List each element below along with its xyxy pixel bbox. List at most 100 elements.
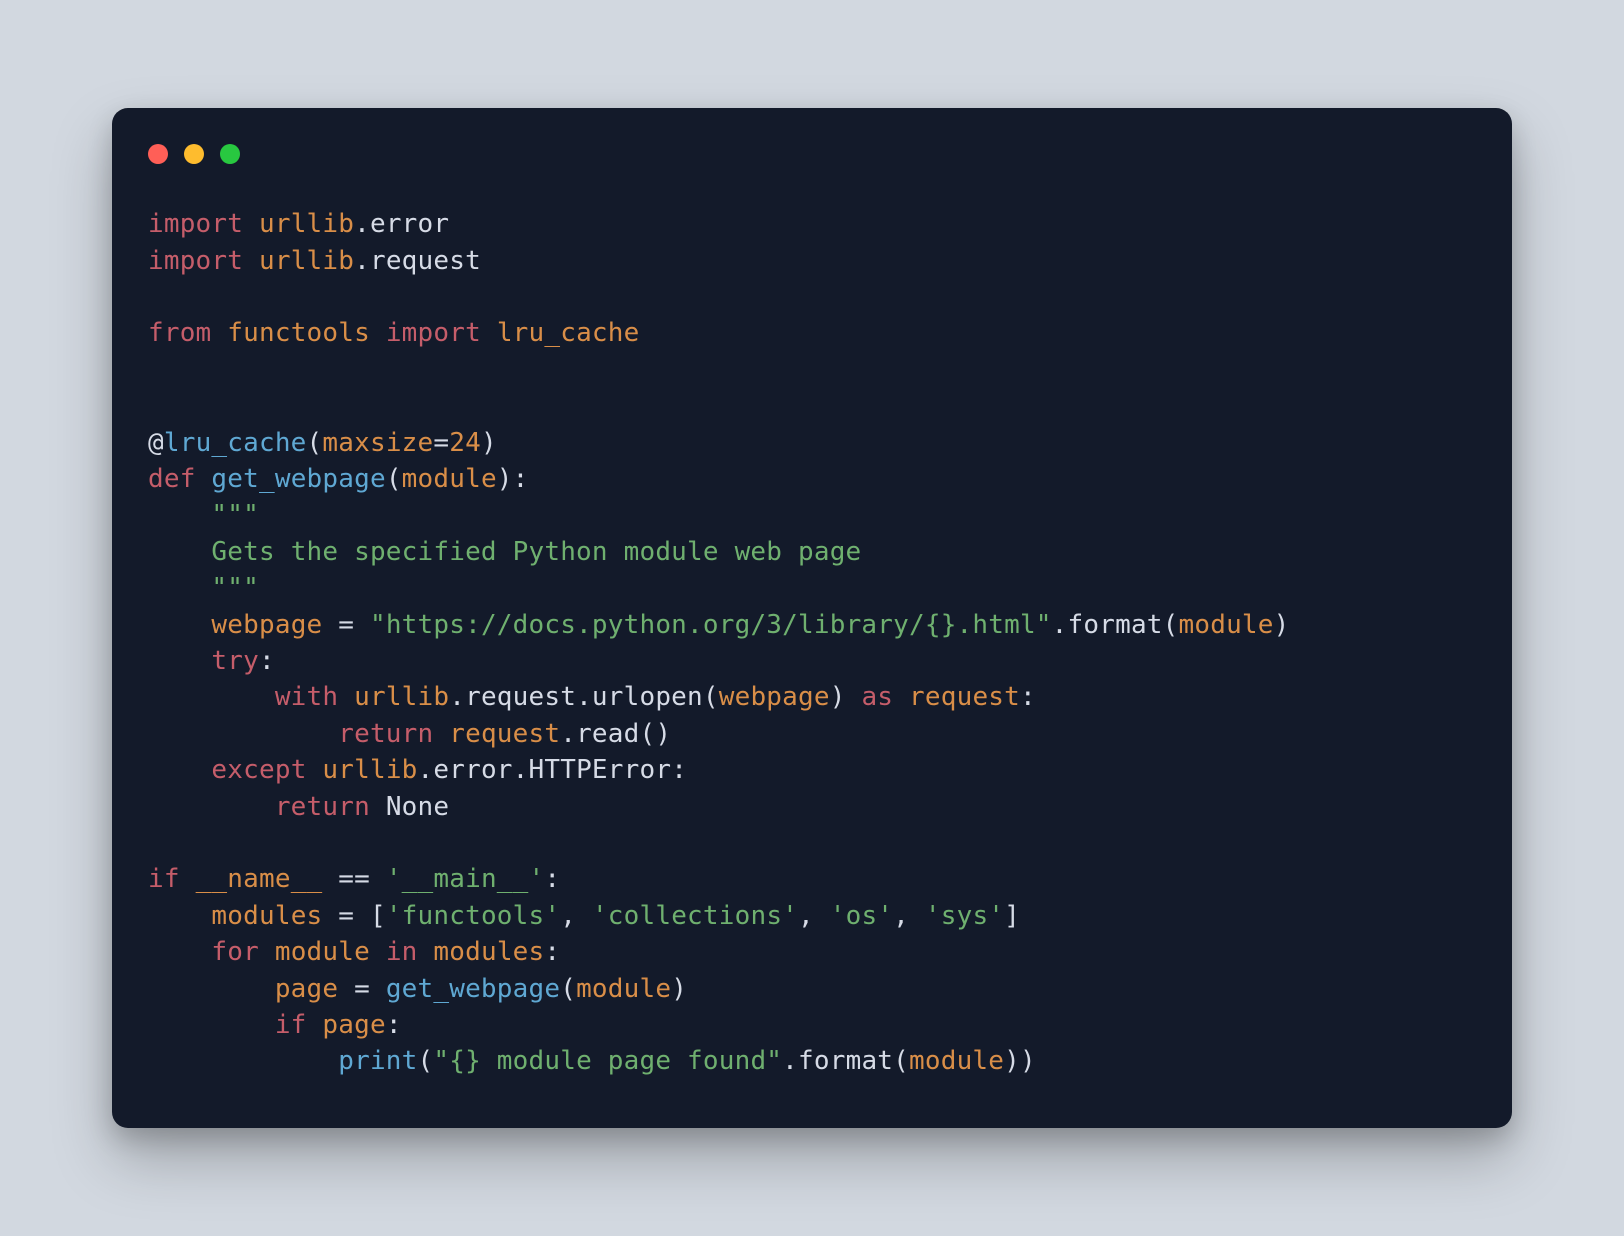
ident-urllib: urllib: [354, 682, 449, 712]
comma: ,: [798, 901, 830, 931]
kw-try: try: [211, 646, 259, 676]
ident-request: request: [909, 682, 1020, 712]
kw-return: return: [275, 792, 370, 822]
indent: [148, 719, 338, 749]
rparen-colon: ):: [497, 464, 529, 494]
var-modules: modules: [211, 901, 322, 931]
arg-webpage: webpage: [719, 682, 830, 712]
comma: ,: [560, 901, 592, 931]
lparen: (: [418, 1046, 434, 1076]
var-webpage: webpage: [211, 610, 322, 640]
dunder-name: __name__: [196, 864, 323, 894]
rparen: ): [671, 974, 687, 1004]
attr-error: .error: [354, 209, 449, 239]
docstring-open: """: [211, 500, 259, 530]
rparen: ): [481, 428, 497, 458]
kw-from: from: [148, 318, 211, 348]
str-url: "https://docs.python.org/3/library/{}.ht…: [370, 610, 1052, 640]
str-found: "{} module page found": [433, 1046, 782, 1076]
colon: :: [386, 1010, 402, 1040]
indent: [148, 937, 211, 967]
kw-if: if: [148, 864, 180, 894]
indent: [148, 901, 211, 931]
lparen: (: [703, 682, 719, 712]
kw-if: if: [275, 1010, 307, 1040]
str-functools: 'functools': [386, 901, 560, 931]
arg-module: module: [909, 1046, 1004, 1076]
ident-functools: functools: [227, 318, 370, 348]
kw-return: return: [338, 719, 433, 749]
colon: :: [259, 646, 275, 676]
indent: [148, 610, 211, 640]
eqeq: ==: [322, 864, 385, 894]
indent: [148, 500, 211, 530]
indent: [148, 682, 275, 712]
lparen: (: [307, 428, 323, 458]
code-window: import urllib.error import urllib.reques…: [112, 108, 1512, 1127]
ident-lru-cache: lru_cache: [497, 318, 640, 348]
attr-httperror: .HTTPError: [513, 755, 672, 785]
param-module: module: [402, 464, 497, 494]
fn-print: print: [338, 1046, 417, 1076]
var-modules: modules: [433, 937, 544, 967]
arg-maxsize: maxsize: [322, 428, 433, 458]
indent: [148, 1046, 338, 1076]
var-page: page: [322, 1010, 385, 1040]
fn-get-webpage: get_webpage: [211, 464, 385, 494]
kw-import: import: [386, 318, 481, 348]
num-24: 24: [449, 428, 481, 458]
lparen: (: [386, 464, 402, 494]
dot-format: .format: [782, 1046, 893, 1076]
ident-urllib: urllib: [259, 246, 354, 276]
comma: ,: [893, 901, 925, 931]
code-block: import urllib.error import urllib.reques…: [148, 206, 1476, 1079]
window-controls: [148, 144, 1476, 164]
str-sys: 'sys': [925, 901, 1004, 931]
lparen: (: [1163, 610, 1179, 640]
colon: :: [544, 937, 560, 967]
indent: [148, 646, 211, 676]
docstring-close: """: [211, 573, 259, 603]
fn-get-webpage: get_webpage: [386, 974, 560, 1004]
close-icon[interactable]: [148, 144, 168, 164]
dot-format: .format: [1052, 610, 1163, 640]
attr-request: .request: [354, 246, 481, 276]
kw-with: with: [275, 682, 338, 712]
kw-import: import: [148, 209, 243, 239]
str-collections: 'collections': [592, 901, 798, 931]
minimize-icon[interactable]: [184, 144, 204, 164]
eq: =: [322, 610, 370, 640]
arg-module: module: [1179, 610, 1274, 640]
rparen: ): [830, 682, 846, 712]
kw-def: def: [148, 464, 196, 494]
colon: :: [671, 755, 687, 785]
var-page: page: [275, 974, 338, 1004]
kw-for: for: [211, 937, 259, 967]
ident-urllib: urllib: [259, 209, 354, 239]
ident-request: request: [449, 719, 560, 749]
attr-request: .request: [449, 682, 576, 712]
indent: [148, 537, 211, 567]
colon: :: [544, 864, 560, 894]
eq: =: [433, 428, 449, 458]
indent: [148, 755, 211, 785]
str-main: '__main__': [386, 864, 545, 894]
indent: [148, 1010, 275, 1040]
eq: =: [322, 901, 370, 931]
rparen: ): [1020, 1046, 1036, 1076]
maximize-icon[interactable]: [220, 144, 240, 164]
kw-as: as: [861, 682, 893, 712]
decorator-at: @: [148, 428, 164, 458]
ident-urllib: urllib: [322, 755, 417, 785]
lparen2: (: [893, 1046, 909, 1076]
colon: :: [1020, 682, 1036, 712]
eq: =: [338, 974, 386, 1004]
kw-in: in: [386, 937, 418, 967]
rparen: ): [1274, 610, 1290, 640]
dot-read: .read: [560, 719, 639, 749]
kw-import: import: [148, 246, 243, 276]
none-literal: None: [386, 792, 449, 822]
indent: [148, 974, 275, 1004]
fn-lru-cache: lru_cache: [164, 428, 307, 458]
parens: (): [640, 719, 672, 749]
